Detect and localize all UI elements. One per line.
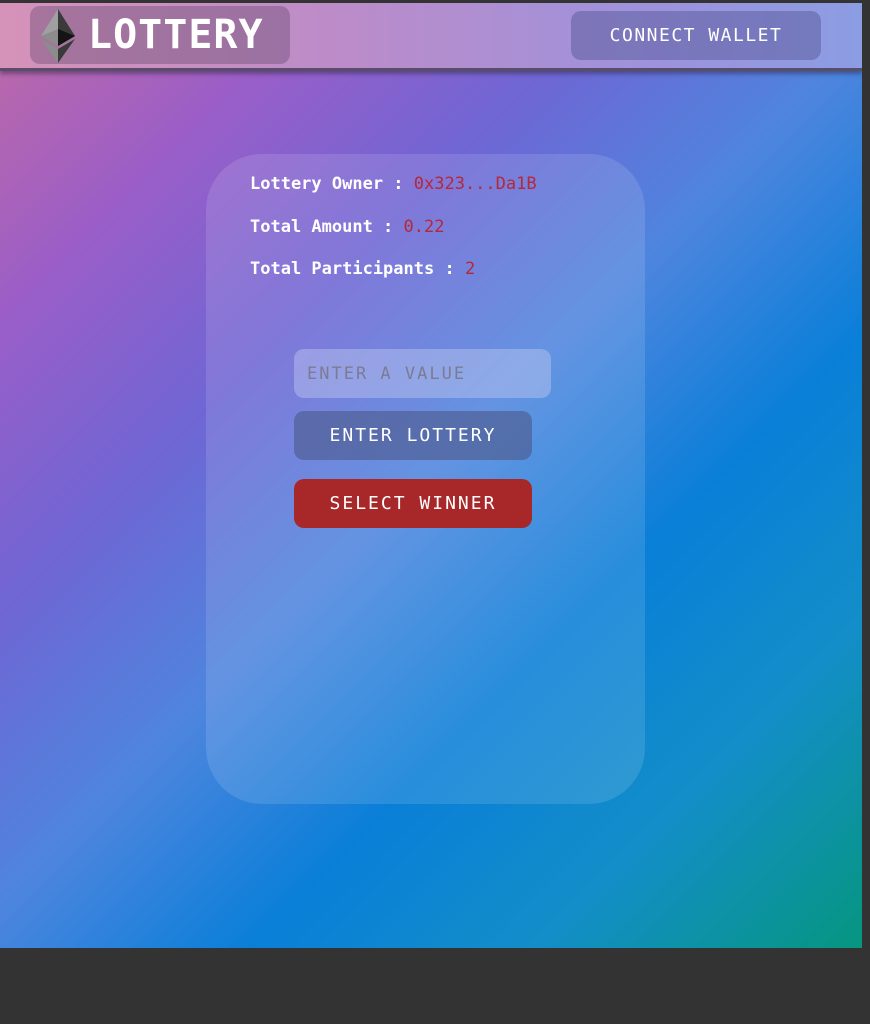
app-viewport: LOTTERY CONNECT WALLET Lottery Owner : 0…	[0, 0, 862, 948]
connect-wallet-button[interactable]: CONNECT WALLET	[571, 11, 821, 60]
ethereum-icon	[41, 9, 75, 63]
lottery-owner-row: Lottery Owner : 0x323...Da1B	[250, 174, 537, 194]
select-winner-button[interactable]: SELECT WINNER	[294, 479, 532, 528]
total-participants-row: Total Participants : 2	[250, 259, 475, 279]
total-amount-value: 0.22	[403, 217, 445, 237]
window-frame-top	[0, 0, 870, 3]
total-participants-label: Total Participants :	[250, 259, 465, 279]
lottery-owner-value: 0x323...Da1B	[413, 174, 537, 194]
total-participants-value: 2	[464, 259, 476, 279]
lottery-card: Lottery Owner : 0x323...Da1B Total Amoun…	[206, 154, 645, 804]
lottery-owner-label: Lottery Owner :	[250, 174, 414, 194]
total-amount-label: Total Amount :	[250, 217, 404, 237]
window-frame-right	[862, 0, 870, 1024]
enter-lottery-button[interactable]: ENTER LOTTERY	[294, 411, 532, 460]
app-title: LOTTERY	[88, 12, 264, 58]
logo[interactable]: LOTTERY	[30, 6, 290, 64]
total-amount-row: Total Amount : 0.22	[250, 217, 444, 237]
navbar: LOTTERY CONNECT WALLET	[0, 3, 862, 71]
lottery-value-input[interactable]	[294, 349, 551, 398]
